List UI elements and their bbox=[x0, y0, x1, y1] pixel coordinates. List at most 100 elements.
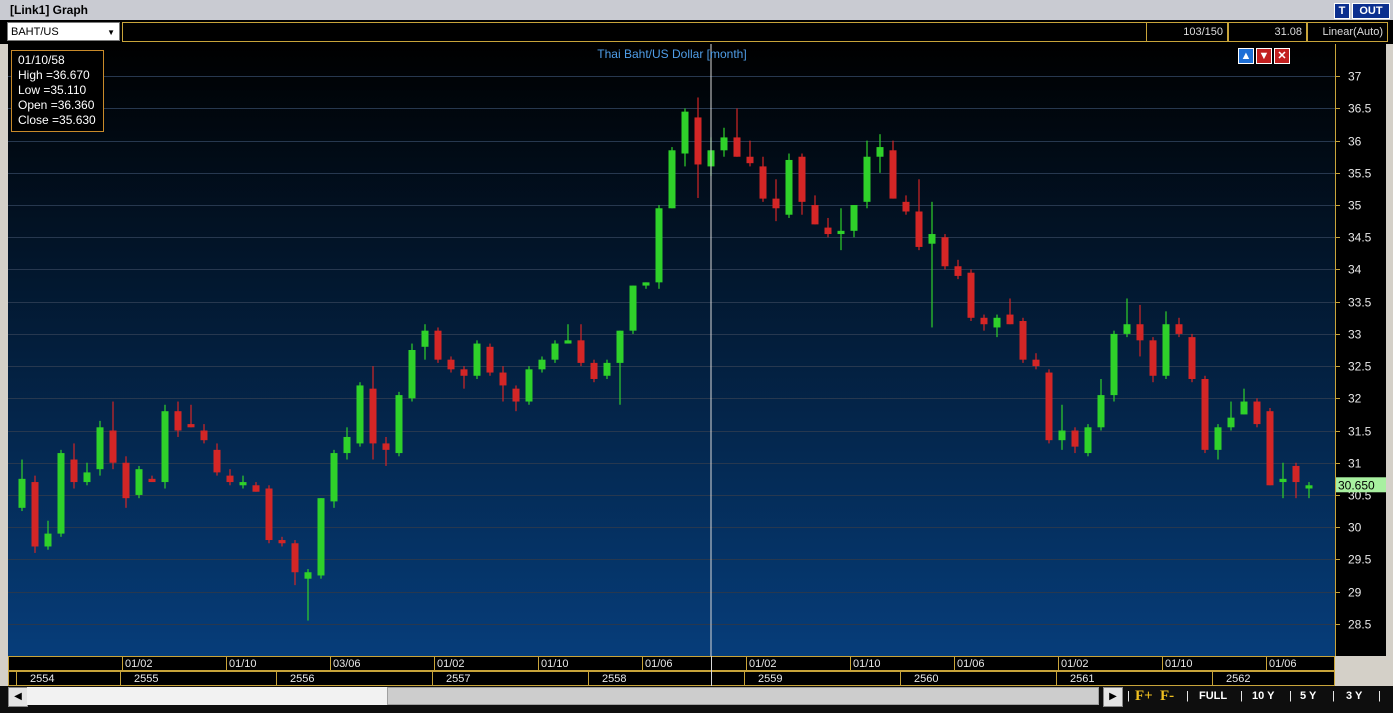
candle-body bbox=[668, 150, 676, 209]
candle-body bbox=[421, 330, 429, 347]
x-year-label: 2559 bbox=[758, 673, 782, 685]
x-axis: 01/02 01/10 03/06 01/02 01/10 01/06 01/02 01/10… bbox=[8, 656, 1335, 686]
window-title: [Link1] Graph bbox=[10, 3, 89, 17]
candle-body bbox=[577, 340, 585, 363]
candle-body bbox=[148, 478, 156, 483]
candle-body bbox=[278, 540, 286, 544]
t-button[interactable]: T bbox=[1334, 3, 1350, 19]
candle-body bbox=[382, 443, 390, 450]
zoom-in-button[interactable]: F+ bbox=[1135, 688, 1153, 705]
x-year-label: 2562 bbox=[1226, 673, 1250, 685]
candle-body bbox=[1032, 359, 1040, 367]
candle-body bbox=[1305, 485, 1313, 489]
candle-body bbox=[109, 430, 117, 463]
up-arrow-icon[interactable]: ▲ bbox=[1238, 48, 1254, 64]
candle-body bbox=[564, 340, 572, 344]
candle-body bbox=[57, 453, 65, 534]
y-tick-label: 36.5 bbox=[1348, 102, 1372, 116]
candle-body bbox=[629, 285, 637, 331]
candle-body bbox=[876, 147, 884, 157]
candle-body bbox=[551, 343, 559, 360]
y-tick-label: 33.5 bbox=[1348, 296, 1372, 310]
candle-body bbox=[1292, 465, 1300, 483]
candle-body bbox=[720, 137, 728, 151]
candle-body bbox=[31, 482, 39, 547]
candle-body bbox=[1201, 378, 1209, 450]
candle-body bbox=[1097, 395, 1105, 428]
x-tick-label: 01/02 bbox=[1061, 658, 1089, 670]
candle-body bbox=[798, 156, 806, 202]
x-year-label: 2561 bbox=[1070, 673, 1094, 685]
candle-body bbox=[655, 208, 663, 283]
candle-body bbox=[733, 137, 741, 157]
y-tick-label: 32 bbox=[1348, 392, 1362, 406]
candle-body bbox=[746, 156, 754, 164]
candle-body bbox=[1266, 411, 1274, 486]
candle-body bbox=[226, 475, 234, 483]
down-arrow-icon[interactable]: ▼ bbox=[1256, 48, 1272, 64]
candle-body bbox=[681, 111, 689, 154]
candle-body bbox=[135, 469, 143, 495]
candlestick-chart[interactable]: 28.52929.53030.53131.53232.53333.53434.5… bbox=[8, 44, 1386, 656]
candle-body bbox=[590, 362, 598, 379]
x-tick-label: 01/06 bbox=[957, 658, 985, 670]
candle-body bbox=[317, 498, 325, 576]
candle-body bbox=[83, 472, 91, 483]
x-tick-label: 01/02 bbox=[749, 658, 777, 670]
x-tick-label: 01/10 bbox=[1165, 658, 1193, 670]
candle-body bbox=[44, 533, 52, 547]
y-tick-label: 31.5 bbox=[1348, 425, 1372, 439]
y-tick-label: 29 bbox=[1348, 586, 1362, 600]
range-full-button[interactable]: FULL bbox=[1199, 690, 1227, 702]
toolbar-field bbox=[122, 22, 1147, 42]
candle-body bbox=[1227, 417, 1235, 428]
x-tick-label: 01/10 bbox=[229, 658, 257, 670]
out-button[interactable]: OUT bbox=[1352, 3, 1390, 19]
candle-body bbox=[96, 427, 104, 470]
candle-body bbox=[70, 459, 78, 483]
close-icon[interactable]: ✕ bbox=[1274, 48, 1290, 64]
bar-counter: 103/150 bbox=[1146, 22, 1228, 42]
candle-body bbox=[434, 330, 442, 360]
candle-body bbox=[408, 350, 416, 399]
x-tick-label: 01/02 bbox=[125, 658, 153, 670]
candle-body bbox=[967, 272, 975, 318]
scrollbar-thumb[interactable] bbox=[387, 687, 1099, 705]
x-year-label: 2554 bbox=[30, 673, 54, 685]
candle-body bbox=[122, 462, 130, 499]
info-low: Low =35.110 bbox=[18, 83, 87, 97]
candle-body bbox=[850, 205, 858, 231]
candle-body bbox=[525, 369, 533, 402]
info-open: Open =36.360 bbox=[18, 98, 95, 112]
candle-body bbox=[473, 343, 481, 376]
scroll-left-button[interactable]: ◀ bbox=[8, 687, 28, 707]
scrollbar-track[interactable] bbox=[27, 687, 387, 705]
candle-body bbox=[1019, 321, 1027, 360]
candle-body bbox=[1123, 324, 1131, 334]
symbol-select[interactable]: BAHT/US ▼ bbox=[7, 22, 120, 41]
scroll-right-button[interactable]: ▶ bbox=[1103, 687, 1123, 707]
y-tick-label: 32.5 bbox=[1348, 360, 1372, 374]
candle-body bbox=[1253, 401, 1261, 425]
candle-body bbox=[837, 230, 845, 235]
range-3y-button[interactable]: 3 Y bbox=[1346, 690, 1362, 702]
candle-body bbox=[1045, 372, 1053, 441]
candle-body bbox=[863, 156, 871, 202]
candle-body bbox=[1071, 430, 1079, 447]
candle-body bbox=[1006, 314, 1014, 325]
candle-body bbox=[343, 436, 351, 454]
zoom-out-button[interactable]: F- bbox=[1160, 688, 1174, 705]
candle-body bbox=[1279, 478, 1287, 483]
candle-body bbox=[603, 362, 611, 376]
candle-body bbox=[1240, 401, 1248, 415]
info-close: Close =35.630 bbox=[18, 113, 96, 127]
range-5y-button[interactable]: 5 Y bbox=[1300, 690, 1316, 702]
info-high: High =36.670 bbox=[18, 68, 90, 82]
scale-mode[interactable]: Linear(Auto) bbox=[1307, 22, 1388, 42]
chevron-down-icon[interactable]: ▼ bbox=[107, 23, 115, 42]
y-axis: 28.52929.53030.53131.53232.53333.53434.5… bbox=[1335, 44, 1386, 656]
candle-body bbox=[1136, 324, 1144, 341]
ohlc-info-box: 01/10/58 High =36.670 Low =35.110 Open =… bbox=[11, 50, 104, 132]
candle-body bbox=[980, 317, 988, 325]
range-10y-button[interactable]: 10 Y bbox=[1252, 690, 1274, 702]
